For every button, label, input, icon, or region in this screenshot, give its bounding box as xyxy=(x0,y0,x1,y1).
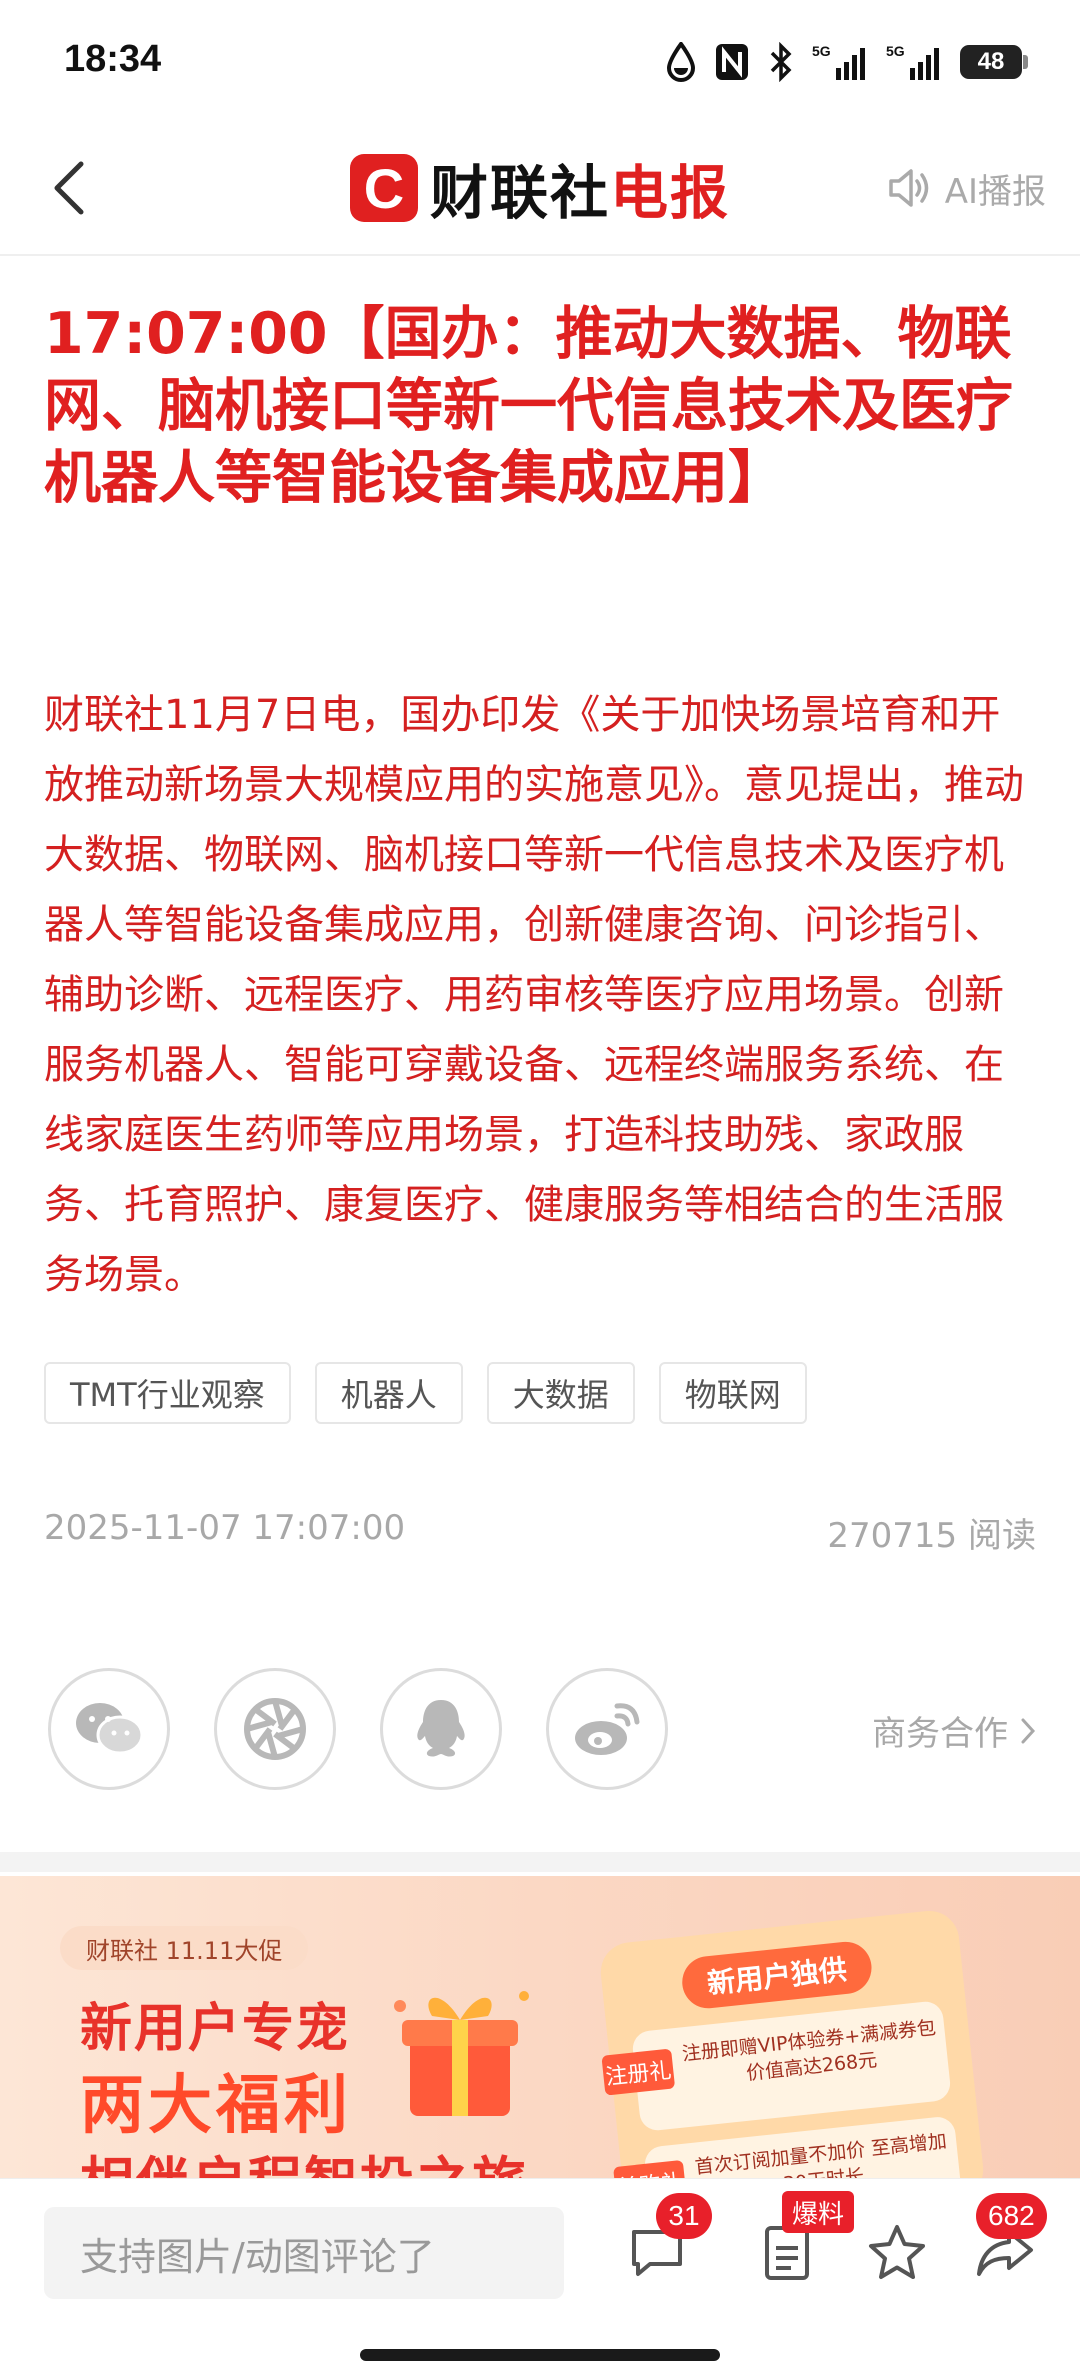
brand-name-suffix: 电报 xyxy=(610,159,731,227)
tag-item[interactable]: 大数据 xyxy=(486,1362,635,1424)
article-body: 财联社11月7日电，国办印发《关于加快场景培育和开放推动新场景大规模应用的实施意… xyxy=(44,692,1024,1298)
article-headline: 17:07:00【国办：推动大数据、物联网、脑机接口等新一代信息技术及医疗机器人… xyxy=(44,301,1013,511)
status-icons: 5G 5G 48 xyxy=(666,40,1028,84)
moments-icon xyxy=(244,1698,306,1760)
favorite-button[interactable] xyxy=(862,2217,932,2287)
share-wechat-button[interactable] xyxy=(48,1668,170,1790)
nfc-icon xyxy=(716,44,748,80)
read-count: 270715 阅读 xyxy=(827,1516,1036,1556)
card-title: 新用户独供 xyxy=(679,1939,875,2011)
share-moments-button[interactable] xyxy=(214,1668,336,1790)
status-bar: 18:34 5G 5G 48 xyxy=(0,0,1080,120)
bottom-action-bar: 支持图片/动图评论了 31 爆料 682 xyxy=(0,2178,1080,2376)
comment-count-badge: 31 xyxy=(656,2193,712,2239)
qq-icon xyxy=(417,1700,465,1757)
promo-line-1: 新用户专宠 xyxy=(80,1999,351,2059)
comment-input[interactable]: 支持图片/动图评论了 xyxy=(44,2207,564,2299)
brand-logo: C 财联社电报 xyxy=(350,150,730,227)
ai-broadcast-button[interactable]: AI播报 xyxy=(887,162,1046,214)
brand-logo-mark: C xyxy=(350,154,418,222)
promo-line-3: 相伴启程智投之旅 xyxy=(80,2138,528,2178)
status-time: 18:34 xyxy=(64,38,162,80)
chevron-left-icon xyxy=(54,161,84,215)
tag-item[interactable]: TMT行业观察 xyxy=(44,1362,291,1424)
svg-text:5G: 5G xyxy=(812,43,831,59)
tag-list: TMT行业观察 机器人 大数据 物联网 xyxy=(44,1362,807,1424)
star-icon xyxy=(869,2225,925,2279)
section-divider xyxy=(0,1852,1080,1872)
brand-name: 财联社电报 xyxy=(430,146,730,230)
share-qq-button[interactable] xyxy=(380,1668,502,1790)
top-nav-bar: C 财联社电报 AI播报 xyxy=(0,120,1080,256)
promo-banner[interactable]: 财联社 11.11大促 新用户专宠 两大福利 相伴启程智投之旅 新用户独供 注册… xyxy=(0,1876,1080,2178)
speaker-icon xyxy=(888,169,928,207)
report-badge: 爆料 xyxy=(782,2191,855,2233)
water-drop-icon xyxy=(666,42,696,82)
business-cooperation-link[interactable]: 商务合作 xyxy=(872,1706,1036,1755)
share-count-badge: 682 xyxy=(976,2193,1047,2239)
tag-item[interactable]: 物联网 xyxy=(658,1362,807,1424)
home-indicator[interactable] xyxy=(360,2349,720,2361)
signal-5g-icon: 5G xyxy=(812,43,865,80)
bluetooth-icon xyxy=(770,42,792,82)
share-weibo-button[interactable] xyxy=(546,1668,668,1790)
battery-indicator: 48 xyxy=(960,45,1028,79)
signal-5g-icon: 5G xyxy=(886,43,939,80)
back-button[interactable] xyxy=(38,154,98,222)
brand-name-prefix: 财联社 xyxy=(430,159,611,227)
ai-broadcast-label: AI播报 xyxy=(944,171,1046,212)
business-cooperation-label: 商务合作 xyxy=(872,1714,1008,1754)
weibo-icon xyxy=(575,1703,640,1755)
registration-gift-badge: 注册礼 xyxy=(601,2048,676,2096)
promo-line-2: 两大福利 xyxy=(80,2069,352,2143)
first-purchase-badge: 首购礼 xyxy=(613,2159,687,2178)
promo-tag: 财联社 11.11大促 xyxy=(60,1926,309,1970)
share-row xyxy=(48,1668,668,1790)
publish-datetime: 2025-11-07 17:07:00 xyxy=(44,1508,406,1548)
gift-box-icon xyxy=(394,1991,529,2116)
new-user-card: 新用户独供 注册礼 注册即赠VIP体验券+满减券包 价值高达268元 首购礼 首… xyxy=(597,1907,987,2178)
svg-text:5G: 5G xyxy=(886,43,905,59)
wechat-icon xyxy=(76,1703,144,1755)
chevron-right-icon xyxy=(1021,1718,1036,1743)
tag-item[interactable]: 机器人 xyxy=(314,1362,463,1424)
